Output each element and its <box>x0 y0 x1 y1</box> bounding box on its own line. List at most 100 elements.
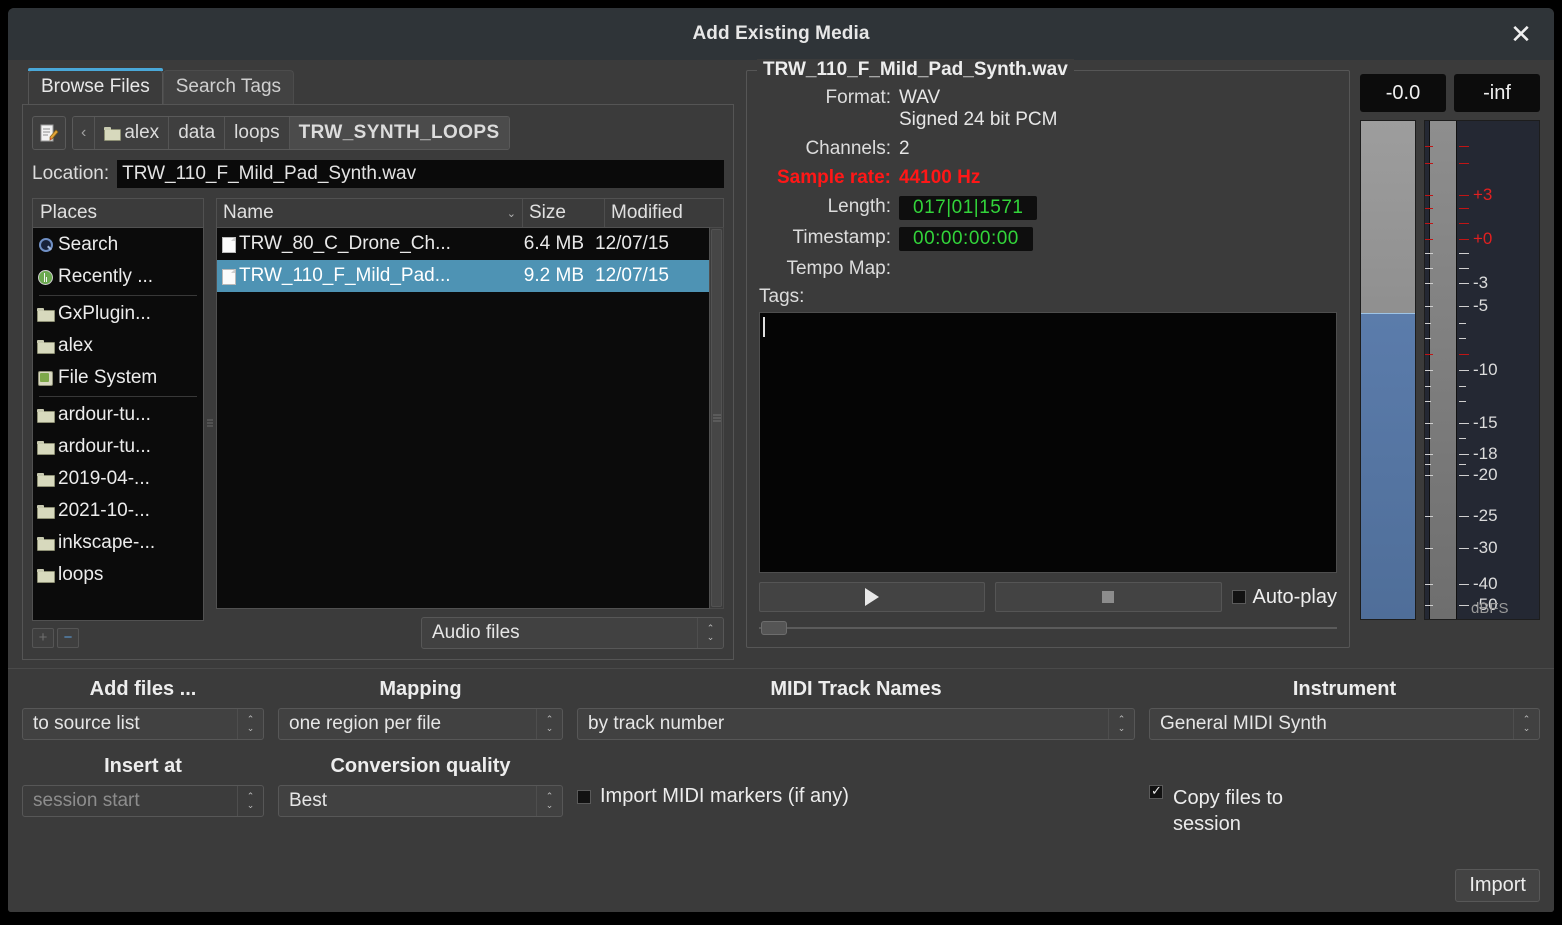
import-button[interactable]: Import <box>1455 869 1540 902</box>
place-item-2021-10-label: 2021-10-... <box>58 500 150 521</box>
place-item-ardour-tu-2-label: ardour-tu... <box>58 436 151 457</box>
peak-display[interactable]: -inf <box>1454 74 1540 112</box>
add-place-button[interactable]: + <box>32 627 54 648</box>
place-item-file-system-label: File System <box>58 367 158 388</box>
scrollbar-grip <box>712 414 721 422</box>
column-header-name-label: Name <box>223 202 274 223</box>
column-header-name[interactable]: Name ⌄ <box>217 199 523 227</box>
meter-tick-label: -3 <box>1473 273 1489 293</box>
table-row[interactable]: TRW_80_C_Drone_Ch... 6.4 MB 12/07/15 <box>217 228 709 260</box>
import-midi-markers-checkbox[interactable]: Import MIDI markers (if any) <box>577 785 1135 808</box>
tab-strip: Browse Files Search Tags <box>22 68 734 104</box>
file-list-wrap: TRW_80_C_Drone_Ch... 6.4 MB 12/07/15 TRW… <box>216 227 724 609</box>
breadcrumb-item-current[interactable]: TRW_SYNTH_LOOPS <box>289 117 509 149</box>
length-clock[interactable]: 017|01|1571 <box>899 196 1038 220</box>
column-header-modified[interactable]: Modified <box>605 199 723 227</box>
place-item-alex[interactable]: alex <box>33 330 203 362</box>
copy-files-checkbox[interactable]: Copy files to session <box>1149 783 1540 837</box>
pane-splitter[interactable] <box>204 198 216 649</box>
tempo-map-label: Tempo Map: <box>786 258 891 279</box>
file-type-filter-dropdown[interactable]: Audio files ⌃ ⌄ <box>421 617 724 649</box>
checkbox-square <box>577 789 591 804</box>
search-icon <box>37 237 53 253</box>
mapping-title: Mapping <box>379 678 462 700</box>
instrument-dropdown[interactable]: General MIDI Synth ⌃ ⌄ <box>1149 708 1540 740</box>
add-existing-media-dialog: Add Existing Media ✕ Browse Files Search… <box>8 8 1554 912</box>
folder-icon <box>37 536 55 551</box>
mapping-dropdown[interactable]: one region per file ⌃ ⌄ <box>278 708 563 740</box>
midi-track-names-title: MIDI Track Names <box>770 678 942 700</box>
place-item-ardour-tu-1[interactable]: ardour-tu... <box>33 399 203 431</box>
play-button[interactable] <box>759 582 986 612</box>
dialog-body: Browse Files Search Tags ‹ alex data loo… <box>8 59 1554 912</box>
chevron-updown-icon: ⌃ ⌄ <box>237 709 263 739</box>
table-row[interactable]: TRW_110_F_Mild_Pad... 9.2 MB 12/07/15 <box>217 260 709 292</box>
breadcrumb-item-alex[interactable]: alex <box>95 117 170 149</box>
playback-position-slider[interactable] <box>759 621 1337 635</box>
conversion-quality-value: Best <box>289 790 328 811</box>
spacer-heading <box>1149 752 1540 785</box>
file-row-modified: 12/07/15 <box>595 265 669 286</box>
place-item-ardour-tu-2[interactable]: ardour-tu... <box>33 431 203 463</box>
place-item-gxplugins[interactable]: GxPlugin... <box>33 298 203 330</box>
place-item-file-system[interactable]: File System <box>33 362 203 394</box>
meter-strip: -0.0 -inf +3 +0 -3 -5 -10 -15 -18 -20 -2… <box>1360 70 1540 660</box>
meter-tick-label: -18 <box>1473 443 1498 463</box>
places-footer: + − <box>32 621 204 649</box>
remove-place-button[interactable]: − <box>57 627 79 648</box>
length-label: Length: <box>827 196 891 217</box>
breadcrumb-item-data[interactable]: data <box>169 117 226 149</box>
conversion-quality-group: Conversion quality Best ⌃ ⌄ <box>278 752 563 837</box>
place-item-inkscape[interactable]: inkscape-... <box>33 527 203 559</box>
file-table-header: Name ⌄ Size Modified <box>216 198 724 227</box>
chevron-updown-icon: ⌃ ⌄ <box>536 709 562 739</box>
midi-track-names-dropdown[interactable]: by track number ⌃ ⌄ <box>577 708 1135 740</box>
file-row-name: TRW_80_C_Drone_Ch... <box>217 233 509 255</box>
tags-input[interactable] <box>759 312 1337 573</box>
tab-browse-files-label: Browse Files <box>41 76 150 97</box>
autoplay-checkbox[interactable]: Auto-play <box>1231 586 1337 609</box>
instrument-title: Instrument <box>1292 678 1397 700</box>
file-list[interactable]: TRW_80_C_Drone_Ch... 6.4 MB 12/07/15 TRW… <box>216 227 710 609</box>
chevron-updown-icon: ⌃ ⌄ <box>536 786 562 816</box>
scrollbar-thumb[interactable] <box>711 229 722 607</box>
format-value: WAV Signed 24 bit PCM <box>899 87 1337 131</box>
place-item-2019-04[interactable]: 2019-04-... <box>33 463 203 495</box>
breadcrumb-back-button[interactable]: ‹ <box>73 117 96 149</box>
path-edit-icon[interactable] <box>32 116 66 150</box>
file-list-scrollbar[interactable] <box>710 227 724 609</box>
slider-thumb[interactable] <box>761 621 787 635</box>
insert-at-dropdown[interactable]: session start ⌃ ⌄ <box>22 785 264 817</box>
place-item-loops[interactable]: loops <box>33 559 203 591</box>
gain-fader[interactable] <box>1360 120 1416 620</box>
file-browser-frame: ‹ alex data loops TRW_SYNTH_LOOPS Locati… <box>22 104 734 660</box>
tags-label: Tags: <box>759 286 805 307</box>
meter-tick-label: -30 <box>1473 538 1498 558</box>
breadcrumb-item-loops[interactable]: loops <box>225 117 290 149</box>
place-item-ardour-tu-1-label: ardour-tu... <box>58 404 151 425</box>
level-meter[interactable]: +3 +0 -3 -5 -10 -15 -18 -20 -25 -30 -40 … <box>1424 120 1540 620</box>
places-separator-1 <box>39 295 197 296</box>
gain-display[interactable]: -0.0 <box>1360 74 1446 112</box>
place-item-search[interactable]: Search <box>33 229 203 261</box>
mapping-group: Mapping one region per file ⌃ ⌄ <box>278 675 563 740</box>
text-caret <box>763 317 765 337</box>
column-header-size[interactable]: Size <box>523 199 605 227</box>
places-list[interactable]: Search Recently ... GxPlugin... alex Fil… <box>32 227 204 621</box>
conversion-quality-dropdown[interactable]: Best ⌃ ⌄ <box>278 785 563 817</box>
place-item-recently-used[interactable]: Recently ... <box>33 261 203 293</box>
timestamp-clock[interactable]: 00:00:00:00 <box>899 227 1033 251</box>
close-icon[interactable]: ✕ <box>1506 19 1536 49</box>
location-input[interactable] <box>117 160 724 188</box>
tab-browse-files[interactable]: Browse Files <box>28 68 163 104</box>
format-value-line1: WAV <box>899 87 941 108</box>
file-info-grid: Format: WAV Signed 24 bit PCM Channels: … <box>759 87 1337 280</box>
copy-files-label: Copy files to session <box>1173 787 1284 835</box>
stop-button[interactable] <box>995 582 1222 612</box>
place-item-2021-10[interactable]: 2021-10-... <box>33 495 203 527</box>
tempo-map-value <box>899 258 1337 280</box>
meter-tick-label: -5 <box>1473 296 1489 316</box>
place-item-inkscape-label: inkscape-... <box>58 532 156 553</box>
tab-search-tags[interactable]: Search Tags <box>162 70 295 104</box>
add-files-dropdown[interactable]: to source list ⌃ ⌄ <box>22 708 264 740</box>
